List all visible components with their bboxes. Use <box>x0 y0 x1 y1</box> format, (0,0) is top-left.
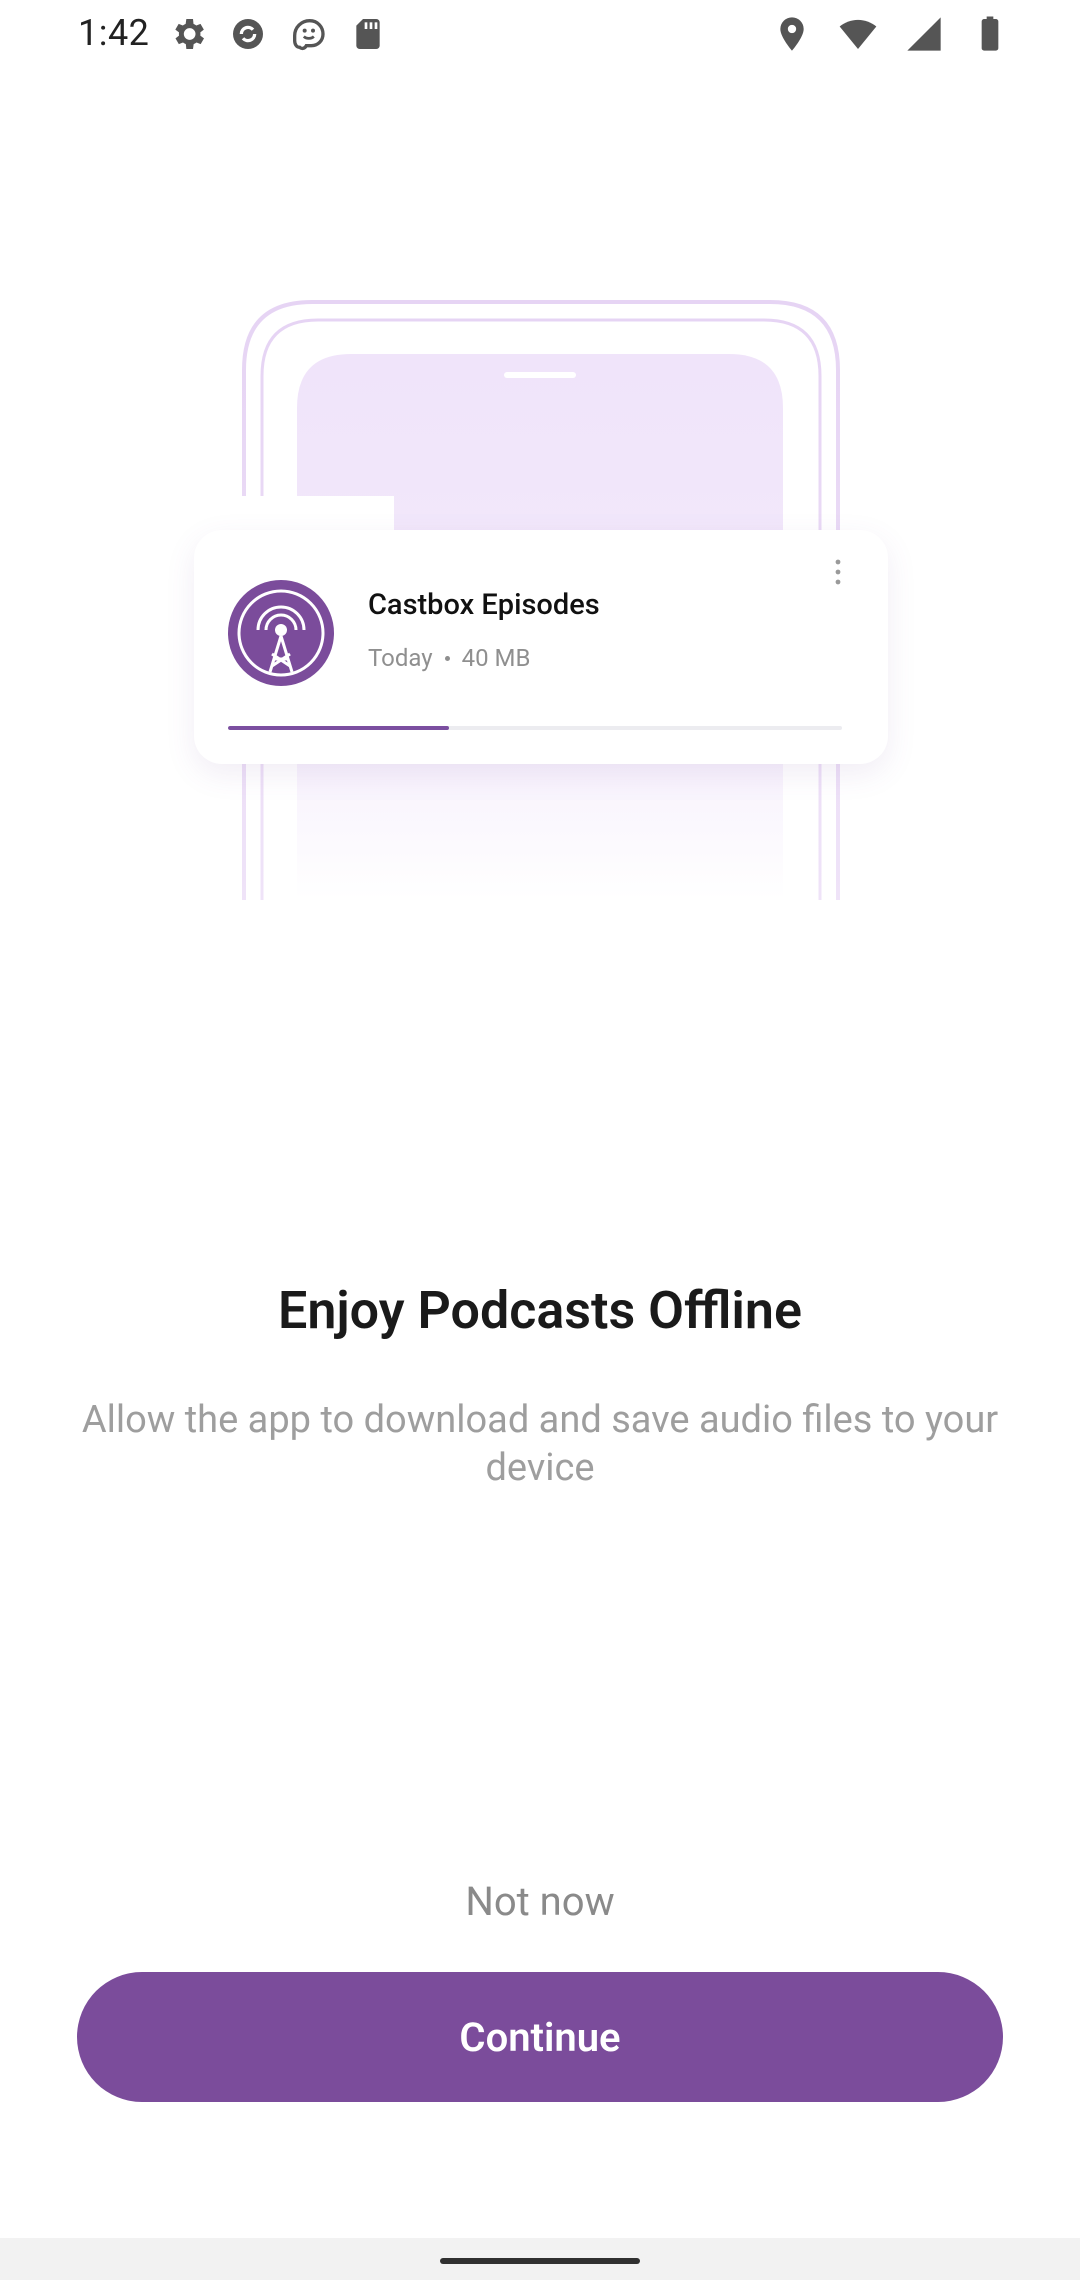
battery-icon <box>981 16 999 51</box>
waze-icon <box>293 18 325 51</box>
notification-icons <box>168 14 388 54</box>
podcast-tower-icon <box>228 580 334 686</box>
episode-title: Castbox Episodes <box>368 588 600 622</box>
sd-card-icon <box>356 19 380 49</box>
status-bar: 1:42 <box>0 0 1080 70</box>
description-text: Allow the app to download and save audio… <box>81 1398 999 1490</box>
not-now-button[interactable]: Not now <box>340 1866 740 1936</box>
download-progress-fill <box>228 726 450 730</box>
wifi-icon <box>839 19 877 49</box>
download-progress-bar <box>228 726 842 730</box>
meta-separator-dot <box>444 655 450 661</box>
episode-date: Today <box>368 644 433 672</box>
download-episode-card: Castbox Episodes Today 40 MB <box>194 496 888 764</box>
settings-icon <box>175 19 204 49</box>
system-icons <box>772 14 1010 54</box>
status-time: 1:42 <box>78 12 150 54</box>
headline: Enjoy Podcasts Offline <box>278 1280 802 1341</box>
continue-button[interactable]: Continue <box>77 1972 1003 2102</box>
permission-onboarding-screen: 1:42 Castbox Episodes Today 40 MB Enjoy … <box>0 0 1080 2280</box>
more-vertical-icon <box>835 559 841 585</box>
home-gesture-handle[interactable] <box>440 2258 640 2264</box>
location-icon <box>780 17 804 51</box>
card-folder-tab-edge <box>344 496 390 532</box>
episode-size: 40 MB <box>461 644 531 672</box>
episode-meta: Today 40 MB <box>368 644 530 672</box>
signal-icon <box>907 17 941 51</box>
sync-icon <box>233 19 263 49</box>
